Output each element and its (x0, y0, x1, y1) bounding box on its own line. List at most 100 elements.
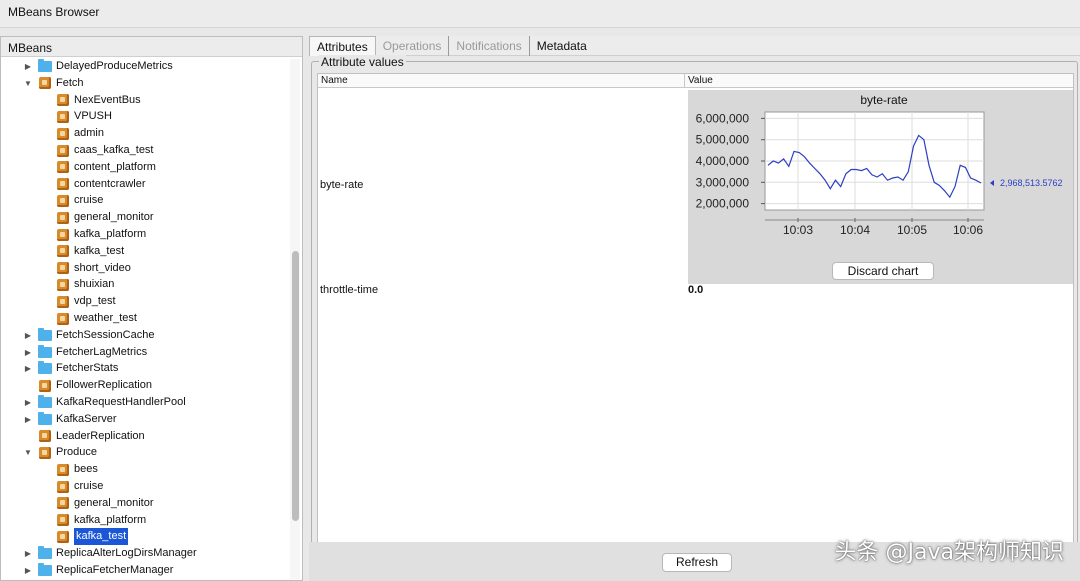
tree-item[interactable]: content_platform (57, 159, 156, 176)
tree-item-label: LeaderReplication (56, 429, 145, 442)
expand-arrow-icon[interactable]: ▶ (23, 344, 33, 361)
tree-item[interactable]: ▶ DelayedProduceMetrics (25, 58, 173, 75)
bean-icon (57, 127, 69, 140)
tree-item-label: FetchSessionCache (56, 328, 155, 341)
y-tick-label: 2,000,000 (696, 197, 750, 211)
bean-icon (39, 430, 51, 443)
expand-arrow-icon[interactable]: ▶ (23, 360, 33, 377)
bean-icon (57, 178, 69, 191)
tree-item[interactable]: caas_kafka_test (57, 142, 154, 159)
expand-arrow-icon[interactable]: ▶ (23, 58, 33, 75)
watermark-text: 头条 @Java架构师知识 (834, 540, 1064, 565)
tree-item[interactable]: ▶ KafkaRequestHandlerPool (25, 394, 186, 411)
tree-item[interactable]: ▼ Produce (24, 444, 97, 461)
tree-item[interactable]: vdp_test (57, 293, 116, 310)
tree-item-label: admin (74, 127, 104, 140)
expand-arrow-icon[interactable]: ▶ (23, 327, 33, 344)
tree-item[interactable]: ▼ Fetch (24, 75, 84, 92)
attribute-name-byte-rate[interactable]: byte-rate (320, 179, 363, 191)
tree-item[interactable]: general_monitor (57, 209, 154, 226)
expand-arrow-icon[interactable]: ▶ (23, 545, 33, 562)
folder-icon (38, 344, 52, 358)
tree-item[interactable]: VPUSH (57, 108, 112, 125)
tree-item-label: FollowerReplication (56, 379, 152, 392)
tab-bar: Attributes Operations Notifications Meta… (309, 35, 1080, 56)
tree-item[interactable]: kafka_test (57, 243, 124, 260)
attributes-panel: Attributes Operations Notifications Meta… (309, 35, 1080, 581)
bean-icon (39, 77, 51, 90)
tree-item[interactable]: ▶ FetcherStats (25, 360, 118, 377)
y-tick-label: 6,000,000 (696, 111, 750, 125)
y-tick-label: 3,000,000 (696, 175, 750, 189)
bean-icon (57, 194, 69, 207)
bean-icon (57, 480, 69, 493)
tree-item-label: shuixian (74, 278, 115, 291)
tree-item[interactable]: shuixian (57, 276, 114, 293)
expand-arrow-icon[interactable]: ▶ (23, 562, 33, 579)
tree-item[interactable]: general_monitor (57, 495, 154, 512)
tree-item-label: general_monitor (74, 211, 154, 224)
tree-item-label: cruise (74, 194, 104, 207)
bean-icon (57, 144, 69, 157)
tree-item[interactable]: ▶ ReplicaAlterLogDirsManager (25, 545, 197, 562)
tree-item-label: cruise (74, 480, 104, 492)
tree-item[interactable]: ▶ FetcherLagMetrics (25, 344, 147, 361)
tree-scrollbar[interactable] (290, 59, 300, 579)
folder-icon (38, 411, 52, 425)
tree-item[interactable]: LeaderReplication (39, 428, 145, 445)
folder-icon (38, 395, 52, 408)
tab-operations[interactable]: Operations (376, 35, 450, 56)
bean-icon (57, 312, 69, 325)
bean-icon (57, 110, 69, 123)
tree-item[interactable]: FollowerReplication (39, 377, 152, 394)
column-header-value[interactable]: Value (685, 74, 1073, 88)
tree-item[interactable]: contentcrawler (57, 176, 146, 193)
folder-icon (38, 327, 52, 341)
bean-icon (57, 514, 69, 527)
tree-item[interactable]: admin (57, 125, 104, 142)
expand-arrow-icon[interactable]: ▶ (23, 411, 33, 428)
tree-item-label: Produce (56, 446, 97, 459)
collapse-arrow-icon[interactable]: ▼ (23, 444, 33, 461)
tree-item[interactable]: kafka_test (57, 528, 129, 546)
tree-item[interactable]: short_video (57, 260, 131, 277)
expand-arrow-icon[interactable]: ▶ (23, 394, 33, 411)
bean-icon (39, 446, 51, 459)
bean-icon (57, 497, 69, 510)
folder-icon (38, 563, 52, 576)
tree-item[interactable]: cruise (57, 478, 103, 495)
tree-item-label: KafkaRequestHandlerPool (56, 396, 186, 408)
tree-item-label: DelayedProduceMetrics (56, 60, 173, 72)
discard-chart-button[interactable]: Discard chart (832, 262, 934, 280)
tree-scrollbar-thumb[interactable] (292, 251, 299, 521)
column-header-name[interactable]: Name (318, 74, 685, 88)
tree-item[interactable]: NexEventBus (57, 92, 141, 109)
attribute-value-throttle-time[interactable]: 0.0 (688, 284, 703, 296)
tree-item[interactable]: cruise (57, 192, 103, 209)
tab-notifications[interactable]: Notifications (449, 35, 530, 56)
tab-attributes[interactable]: Attributes (309, 35, 376, 56)
bean-icon (57, 211, 69, 224)
x-tick-label: 10:04 (840, 223, 870, 237)
tree-item-label: Fetch (56, 76, 84, 89)
bean-icon (57, 161, 69, 174)
tree-item[interactable]: kafka_platform (57, 226, 146, 243)
y-tick-label: 5,000,000 (696, 133, 750, 147)
tree-item[interactable]: ▶ KafkaServer (25, 411, 117, 428)
tree-item-label: kafka_platform (74, 513, 147, 526)
tree-item[interactable]: bees (57, 461, 98, 478)
tree-item-label: kafka_test (74, 244, 125, 257)
tree-item[interactable]: ▶ FetchSessionCache (25, 327, 155, 344)
tab-metadata[interactable]: Metadata (530, 36, 594, 56)
collapse-arrow-icon[interactable]: ▼ (23, 75, 33, 92)
folder-icon (38, 361, 52, 375)
tree-item-label: contentcrawler (74, 177, 146, 190)
tree-item-label: general_monitor (74, 496, 154, 509)
tree-item-label: kafka_test (74, 528, 129, 546)
tree-item[interactable]: weather_test (57, 310, 137, 327)
attribute-name-throttle-time[interactable]: throttle-time (320, 284, 378, 296)
refresh-button[interactable]: Refresh (662, 553, 732, 572)
tree-item[interactable]: ▶ ReplicaFetcherManager (25, 562, 173, 579)
tree-item-label: caas_kafka_test (74, 144, 154, 156)
tree-item[interactable]: kafka_platform (57, 512, 146, 529)
